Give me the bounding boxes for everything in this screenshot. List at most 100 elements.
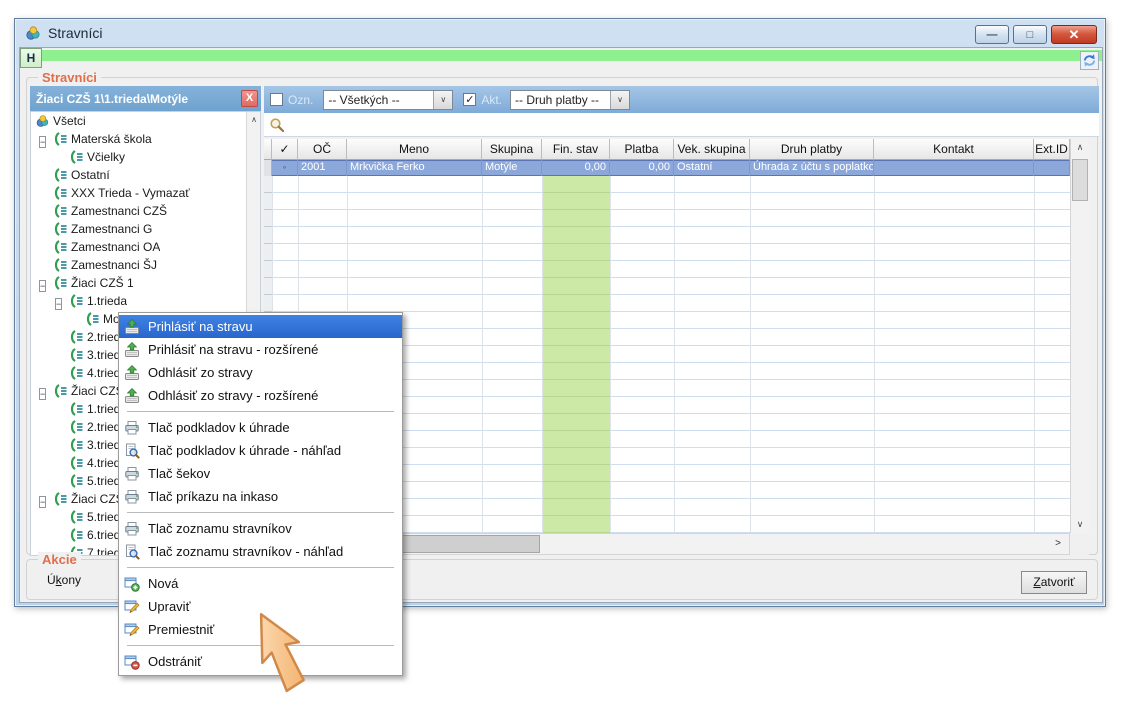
column-header-check[interactable]: ✓ [272,139,298,160]
search-row[interactable] [264,113,1099,137]
payment-type-select[interactable]: -- Druh platby -- ∨ [510,90,630,110]
edit-icon [124,599,140,615]
tree-item-vsetci[interactable]: Všetci [31,112,260,130]
groupbox-label: Stravníci [38,70,101,85]
ozn-label: Ozn. [288,93,313,107]
column-header-extid[interactable]: Ext.ID Šk [1034,139,1070,160]
tree-item[interactable]: Ostatní [31,166,260,184]
tree-item[interactable]: Včielky [31,148,260,166]
row-selector[interactable] [264,160,272,176]
print-preview-icon [124,443,140,459]
group-icon [69,420,84,434]
menu-item-prihlasit-rozsirene[interactable]: Prihlásiť na stravu - rozšírené [119,338,402,361]
akt-checkbox[interactable]: ✓ [463,93,476,106]
menu-item-tlac-zoznamu[interactable]: Tlač zoznamu stravníkov [119,517,402,540]
cell-finstav: 0,00 [542,160,610,176]
groupbox-label: Akcie [38,552,81,567]
group-icon [53,492,68,506]
tree-item[interactable]: Zamestnanci OA [31,238,260,256]
delete-icon [124,654,140,670]
scroll-right-icon[interactable]: > [1049,534,1067,554]
group-icon [53,240,68,254]
close-button[interactable]: ✕ [1051,25,1097,44]
column-header[interactable] [264,139,272,160]
column-header-vekskupina[interactable]: Vek. skupina [674,139,750,160]
column-header-druhplatby[interactable]: Druh platby [750,139,874,160]
menu-item-tlac-prikazu[interactable]: Tlač príkazu na inkaso [119,485,402,508]
menu-item-tlac-podkladov-nahlad[interactable]: Tlač podkladov k úhrade - náhľad [119,439,402,462]
menu-item-odhlasit-rozsirene[interactable]: Odhlásiť zo stravy - rozšírené [119,384,402,407]
tree-collapse-icon[interactable]: − [39,136,46,148]
tree-item[interactable]: − Materská škola [31,130,260,148]
chevron-down-icon[interactable]: ∨ [433,91,452,109]
tree-path-text: Žiaci CZŠ 1\1.trieda\Motýle [36,92,188,106]
group-icon [69,330,84,344]
group-icon [69,456,84,470]
app-icon [25,25,41,41]
group-icon [53,276,68,290]
cell-vekskupina: Ostatní [674,160,750,176]
scroll-down-icon[interactable]: ∨ [1071,516,1089,533]
all-groups-icon [35,114,50,128]
h-button[interactable]: H [20,48,42,68]
refresh-button[interactable] [1080,51,1099,70]
scrollbar-corner [1070,533,1089,555]
group-icon [69,438,84,452]
vertical-scroll-thumb[interactable] [1072,159,1088,201]
pointer-arrow-annotation [228,606,338,706]
scroll-up-icon[interactable]: ∧ [1071,139,1089,156]
tree-item[interactable]: Zamestnanci CZŠ [31,202,260,220]
tree-collapse-icon[interactable]: − [39,388,46,400]
tree-collapse-icon[interactable]: − [55,298,62,310]
menu-item-tlac-podkladov[interactable]: Tlač podkladov k úhrade [119,416,402,439]
table-header-row: ✓ OČ Meno Skupina Fin. stav Platba Vek. … [264,139,1070,160]
tree-close-button[interactable]: X [241,90,258,107]
cell-druhplatby: Úhrada z účtu s poplatko [750,160,874,176]
status-green-bar [20,50,1102,61]
scroll-up-icon[interactable]: ∧ [247,112,261,127]
chevron-down-icon[interactable]: ∨ [610,91,629,109]
tree-collapse-icon[interactable]: − [39,280,46,292]
marked-filter-select[interactable]: -- Všetkých -- ∨ [323,90,453,110]
menu-item-tlac-sekov[interactable]: Tlač šekov [119,462,402,485]
akt-label: Akt. [481,93,502,107]
group-icon [69,402,84,416]
menu-item-nova[interactable]: Nová [119,572,402,595]
menu-item-prihlasit[interactable]: Prihlásiť na stravu [119,315,402,338]
menu-item-odhlasit[interactable]: Odhlásiť zo stravy [119,361,402,384]
ozn-checkbox[interactable] [270,93,283,106]
tree-item[interactable]: Zamestnanci ŠJ [31,256,260,274]
group-icon [53,186,68,200]
column-header-kontakt[interactable]: Kontakt [874,139,1034,160]
menu-item-tlac-zoznamu-nahlad[interactable]: Tlač zoznamu stravníkov - náhľad [119,540,402,563]
menu-separator [127,567,394,568]
tree-collapse-icon[interactable]: − [39,496,46,508]
column-header-skupina[interactable]: Skupina [482,139,542,160]
group-icon [69,366,84,380]
menu-separator [127,512,394,513]
new-record-icon [124,576,140,592]
row-marker: ◦ [272,160,298,176]
group-icon [53,258,68,272]
search-icon [269,117,285,133]
tree-item[interactable]: − 1.trieda [31,292,260,310]
tree-item[interactable]: Zamestnanci G [31,220,260,238]
group-icon [85,312,100,326]
group-icon [69,150,84,164]
maximize-button[interactable]: □ [1013,25,1047,44]
enroll-icon [124,319,140,335]
ukony-button[interactable]: Úkony [47,573,81,587]
column-header-platba[interactable]: Platba [610,139,674,160]
minimize-button[interactable]: — [975,25,1009,44]
move-icon [124,622,140,638]
window-title: Stravníci [48,25,102,41]
tree-item[interactable]: − Žiaci CZŠ 1 [31,274,260,292]
column-header-oc[interactable]: OČ [298,139,347,160]
column-header-meno[interactable]: Meno [347,139,482,160]
tree-item[interactable]: XXX Trieda - Vymazať [31,184,260,202]
zatvorit-button[interactable]: Zatvoriť [1021,571,1087,594]
table-vertical-scrollbar[interactable]: ∧ ∨ [1070,139,1089,533]
column-header-finstav[interactable]: Fin. stav [542,139,610,160]
title-bar[interactable]: Stravníci — □ ✕ [15,19,1105,47]
table-row-selected[interactable]: ◦ 2001 Mrkvička Ferko Motýle 0,00 0,00 O… [264,160,1070,176]
